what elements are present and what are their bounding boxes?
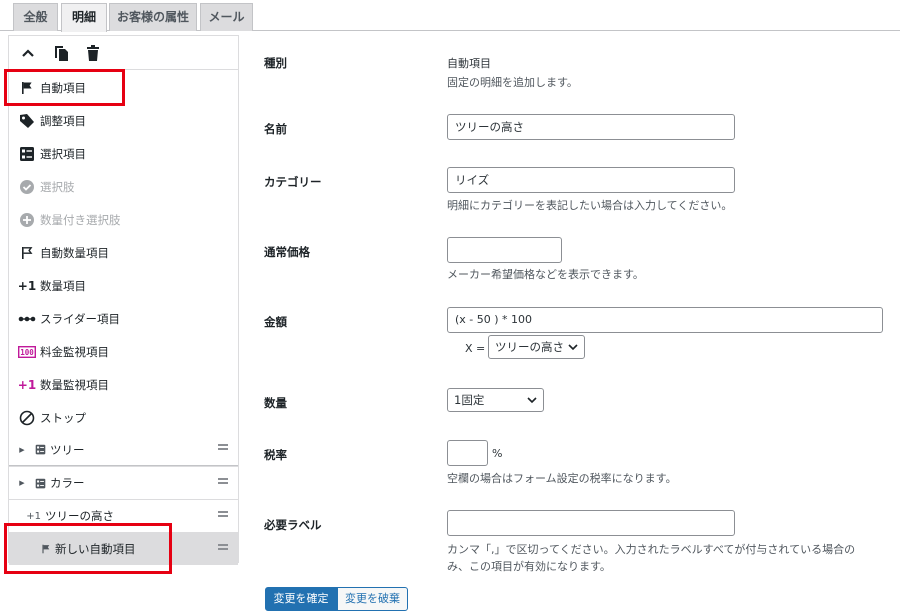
palette-item-auto[interactable]: 自動項目: [9, 71, 238, 104]
tree-item-color[interactable]: ▶ カラー: [9, 466, 238, 499]
palette-item-label: 調整項目: [40, 113, 86, 128]
trash-icon[interactable]: [83, 43, 103, 63]
palette-item-auto-quantity[interactable]: 自動数量項目: [9, 236, 238, 269]
type-label: 種別: [264, 56, 287, 70]
plus-one-icon: +1: [26, 510, 41, 522]
tab-details[interactable]: 明細: [61, 3, 107, 32]
tab-general[interactable]: 全般: [13, 3, 58, 31]
tab-mail[interactable]: メール: [200, 3, 253, 31]
palette-item-label: 自動数量項目: [40, 245, 109, 260]
type-value: 自動項目: [447, 57, 491, 70]
x-variable-label: X =: [465, 342, 486, 355]
chevron-down-icon: [527, 397, 537, 404]
required-label-label: 必要ラベル: [264, 518, 322, 532]
tree-item-new-auto[interactable]: 新しい自動項目: [9, 532, 238, 565]
tax-unit: %: [492, 447, 503, 460]
palette-toolbar: [9, 36, 238, 70]
tree-item-label: ツリー: [50, 442, 85, 457]
x-variable-value: ツリーの高さ: [495, 340, 564, 354]
drag-handle-icon[interactable]: [218, 478, 228, 484]
check-circle-icon: [18, 178, 36, 196]
tree-item-tree[interactable]: ▶ ツリー: [9, 433, 238, 466]
list-icon: [18, 145, 36, 163]
drag-handle-icon[interactable]: [218, 444, 228, 450]
palette-item-label: 選択項目: [40, 146, 86, 161]
tree-item-label: カラー: [50, 476, 85, 490]
name-label: 名前: [264, 122, 287, 136]
amount-label: 金額: [264, 315, 287, 329]
palette-item-label: 数量項目: [40, 278, 86, 293]
tree-item-label: 新しい自動項目: [55, 542, 136, 556]
price-help: メーカー希望価格などを表示できます。: [447, 268, 644, 281]
palette-item-label: ストップ: [40, 410, 86, 425]
palette-item-option: 選択肢: [9, 170, 238, 203]
palette-item-label: 選択肢: [40, 179, 75, 194]
caret-right-icon[interactable]: ▶: [9, 446, 35, 454]
tax-input[interactable]: [447, 440, 488, 466]
tree-item-label: ツリーの高さ: [45, 509, 114, 523]
amount-formula-input[interactable]: (x - 50 ) * 100: [447, 307, 883, 333]
copy-icon[interactable]: [51, 43, 71, 63]
palette-item-label: 自動項目: [40, 80, 86, 95]
price-label: 通常価格: [264, 245, 310, 259]
palette-item-adjust[interactable]: 調整項目: [9, 104, 238, 137]
counter-icon: 100: [18, 343, 36, 361]
palette-item-label: 数量監視項目: [40, 377, 109, 392]
palette-item-quantity-option: 数量付き選択肢: [9, 203, 238, 236]
plus-circle-icon: [18, 211, 36, 229]
palette-item-label: スライダー項目: [40, 311, 121, 326]
required-label-help-cont: み、この項目が有効になります。: [447, 560, 611, 573]
palette-item-choice[interactable]: 選択項目: [9, 137, 238, 170]
chevron-down-icon: [568, 344, 578, 351]
palette-item-label: 料金監視項目: [40, 344, 109, 359]
plus-one-icon: +1: [17, 278, 37, 293]
tab-customer-attributes[interactable]: お客様の属性: [109, 3, 197, 31]
palette-item-stop[interactable]: ストップ: [9, 401, 238, 434]
palette-item-slider[interactable]: スライダー項目: [9, 302, 238, 335]
chevron-up-icon[interactable]: [18, 43, 38, 63]
stop-icon: [18, 409, 36, 427]
required-label-input[interactable]: [447, 510, 735, 536]
flag-icon: [18, 79, 36, 97]
category-label: カテゴリー: [264, 175, 322, 189]
drag-handle-icon[interactable]: [218, 511, 228, 517]
drag-handle-icon[interactable]: [218, 544, 228, 550]
flag-icon: [9, 544, 51, 554]
flag-outline-icon: [18, 244, 36, 262]
tax-help: 空欄の場合はフォーム設定の税率になります。: [447, 472, 677, 485]
palette-item-price-watch[interactable]: 100 料金監視項目: [9, 335, 238, 368]
palette-item-quantity-watch[interactable]: +1 数量監視項目: [9, 368, 238, 401]
name-input[interactable]: ツリーの高さ: [447, 114, 735, 140]
type-help: 固定の明細を追加します。: [447, 76, 578, 89]
tag-icon: [18, 112, 36, 130]
category-input[interactable]: リイズ: [447, 167, 735, 193]
list-icon: [35, 444, 46, 455]
list-icon: [35, 478, 46, 489]
category-help: 明細にカテゴリーを表記したい場合は入力してください。: [447, 199, 733, 212]
plus-one-icon: +1: [17, 377, 37, 392]
tree-item-tree-height[interactable]: +1 ツリーの高さ: [9, 499, 238, 532]
palette-item-label: 数量付き選択肢: [40, 212, 121, 227]
caret-right-icon[interactable]: ▶: [9, 479, 35, 487]
x-variable-select[interactable]: ツリーの高さ: [488, 335, 585, 359]
item-palette: 自動項目 調整項目 選択項目 選択肢 数量付き選択肢 自動数量項目 +1 数量項…: [8, 35, 239, 565]
required-label-help: カンマ「,」で区切ってください。入力されたラベルすべてが付与されている場合の: [447, 543, 856, 556]
discard-changes-button[interactable]: 変更を破棄: [337, 587, 408, 611]
svg-text:100: 100: [20, 348, 34, 357]
quantity-label: 数量: [264, 396, 287, 410]
quantity-value: 1固定: [454, 393, 485, 407]
palette-item-quantity[interactable]: +1 数量項目: [9, 269, 238, 302]
slider-icon: [18, 310, 36, 328]
price-input[interactable]: [447, 237, 562, 263]
apply-changes-button[interactable]: 変更を確定: [265, 587, 337, 611]
quantity-select[interactable]: 1固定: [447, 388, 544, 412]
tax-label: 税率: [264, 448, 287, 462]
tab-bar: 全般 明細 お客様の属性 メール: [0, 0, 900, 32]
